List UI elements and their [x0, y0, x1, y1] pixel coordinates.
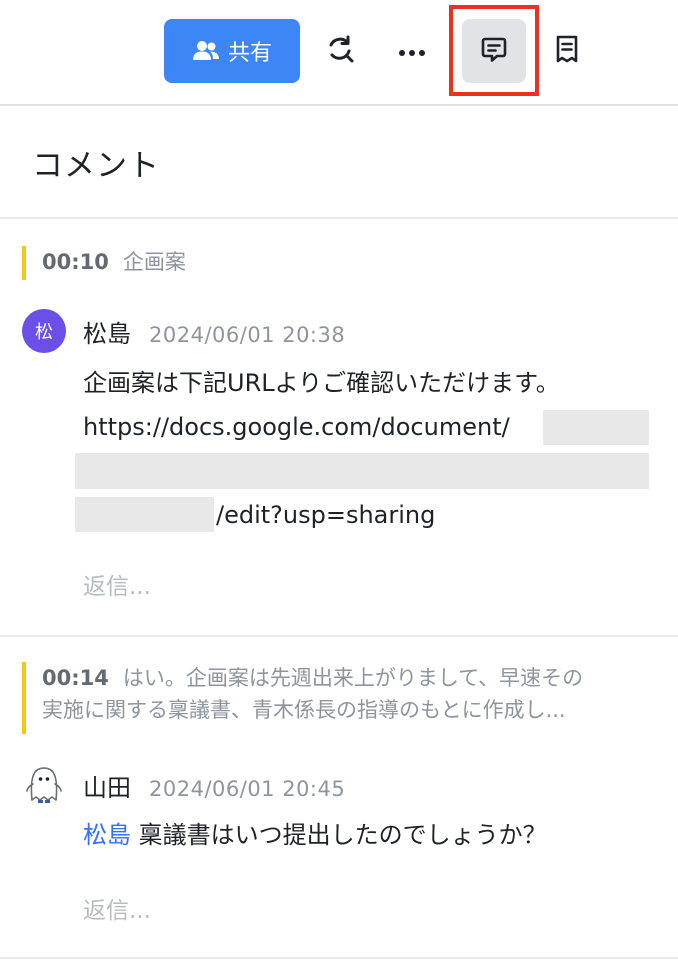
comment-icon	[480, 35, 508, 67]
ghost-icon	[22, 760, 66, 809]
comment-header: 山田 2024/06/01 20:45	[83, 768, 345, 803]
toolbar: 共有	[0, 0, 678, 106]
redaction-block	[543, 410, 649, 445]
quote-text-line2: 実施に関する稟議書、青木係長の指導のもとに作成し...	[42, 698, 566, 722]
comment-text: 松島 稟議書はいつ提出したのでしょうか？	[83, 813, 547, 857]
avatar[interactable]	[22, 762, 66, 806]
share-button[interactable]: 共有	[164, 19, 300, 83]
panel-title: コメント	[32, 148, 160, 184]
redaction-block	[75, 453, 649, 489]
comment-button[interactable]	[462, 19, 526, 83]
comment-text-line: 企画案は下記URLよりご確認いただけます。	[83, 369, 560, 397]
divider	[0, 635, 678, 637]
quote-text: 企画案	[122, 250, 186, 274]
comment-url-start[interactable]: https://docs.google.com/document/	[83, 405, 510, 449]
comment-author: 山田	[83, 774, 131, 802]
comment-url-end[interactable]: /edit?usp=sharing	[216, 493, 435, 537]
quote-timestamp: 00:10	[42, 250, 109, 274]
comment-text-body: 稟議書はいつ提出したのでしょうか？	[131, 821, 547, 849]
quoted-text[interactable]: 00:14 はい。企画案は先週出来上がりまして、早速その 実施に関する稟議書、青木…	[22, 662, 672, 734]
avatar[interactable]: 松	[22, 309, 66, 353]
reply-input[interactable]: 返信...	[83, 567, 151, 601]
quoted-text[interactable]: 00:10 企画案	[22, 246, 662, 280]
avatar-initial: 松	[35, 322, 53, 343]
mention-link[interactable]: 松島	[83, 821, 131, 849]
refresh-search-icon	[325, 34, 355, 68]
comment-timestamp: 2024/06/01 20:45	[149, 777, 346, 801]
comment-author: 松島	[83, 320, 131, 348]
quote-text-line1: はい。企画案は先週出来上がりまして、早速その	[122, 666, 584, 690]
refresh-search-button[interactable]	[308, 19, 372, 83]
more-button[interactable]	[380, 19, 444, 83]
reply-input[interactable]: 返信...	[83, 891, 151, 925]
redaction-block	[75, 497, 214, 532]
comment-timestamp: 2024/06/01 20:38	[149, 323, 346, 347]
document-icon	[554, 34, 580, 68]
document-info-button[interactable]	[535, 19, 599, 83]
people-icon	[192, 39, 220, 63]
divider	[0, 217, 678, 219]
quote-timestamp: 00:14	[42, 666, 109, 690]
more-dots-icon	[398, 42, 426, 61]
divider	[0, 957, 678, 959]
share-label: 共有	[227, 41, 272, 66]
comment-header: 松島 2024/06/01 20:38	[83, 314, 345, 349]
